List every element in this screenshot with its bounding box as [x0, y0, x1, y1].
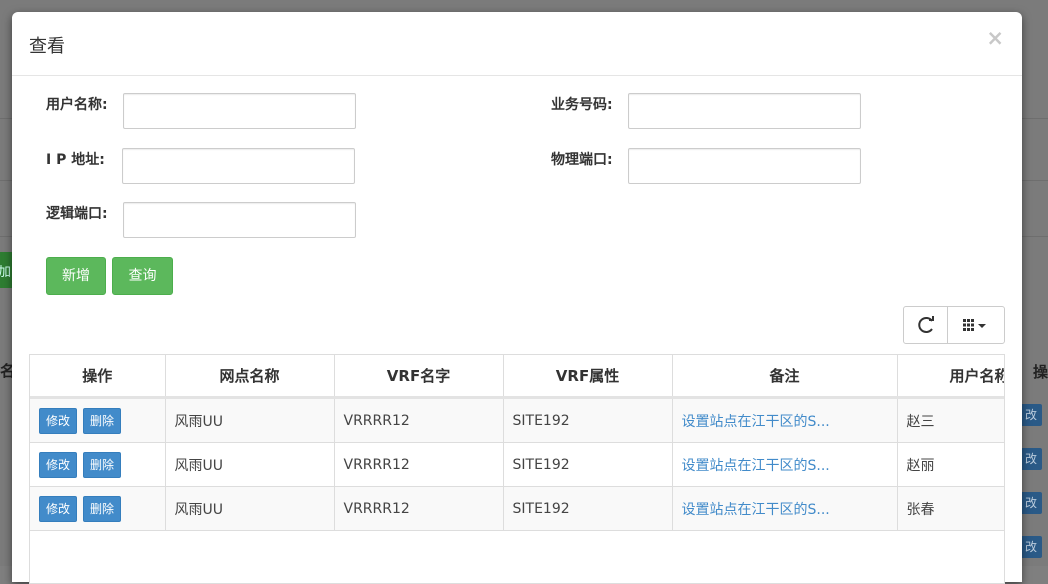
cell-vrf-name: VRRRR12	[334, 397, 504, 443]
bg-edit-button: 改	[1020, 536, 1042, 558]
ip-address-label: I P 地址:	[46, 152, 105, 168]
columns-button[interactable]	[948, 307, 1004, 343]
row-actions: 修改 删除	[30, 397, 166, 443]
view-modal: 查看 × 用户名称: 业务号码: I P 地址: 物理端口: 逻辑端口: 新增 …	[12, 12, 1022, 584]
cell-vrf-name: VRRRR12	[334, 442, 504, 487]
ip-address-input[interactable]	[122, 148, 355, 184]
table-row: 修改 删除 风雨UU VRRRR12 SITE192 设置站点在江干区的S... …	[30, 397, 1004, 443]
grid-icon	[963, 319, 986, 331]
bg-edit-button: 改	[1020, 492, 1042, 514]
business-no-label: 业务号码:	[551, 97, 613, 113]
column-header-vrf-name[interactable]: VRF名字	[334, 355, 504, 399]
cell-vrf-attr: SITE192	[503, 486, 673, 531]
cell-note: 设置站点在江干区的S...	[672, 442, 898, 487]
column-header-actions[interactable]: 操作	[30, 355, 166, 399]
delete-button[interactable]: 删除	[83, 407, 122, 434]
edit-button[interactable]: 修改	[39, 407, 78, 434]
table-toolbar	[903, 306, 1005, 344]
cell-user: 赵三	[897, 397, 1004, 443]
query-button[interactable]: 查询	[112, 257, 173, 295]
column-header-vrf-attr[interactable]: VRF属性	[503, 355, 673, 399]
cell-note: 设置站点在江干区的S...	[672, 486, 898, 531]
logical-port-label: 逻辑端口:	[46, 206, 108, 222]
add-button[interactable]: 新增	[46, 257, 106, 295]
user-name-input[interactable]	[123, 93, 356, 129]
bg-edit-button: 改	[1020, 404, 1042, 426]
edit-button[interactable]: 修改	[39, 451, 78, 478]
cell-vrf-attr: SITE192	[503, 397, 673, 443]
physical-port-label: 物理端口:	[551, 152, 613, 168]
cell-vrf-attr: SITE192	[503, 442, 673, 487]
cell-site: 风雨UU	[165, 397, 335, 443]
bg-edit-button: 改	[1020, 448, 1042, 470]
delete-button[interactable]: 删除	[83, 451, 122, 478]
modal-title: 查看	[29, 36, 65, 57]
table-header-row: 操作 网点名称 VRF名字 VRF属性 备注 用户名称	[30, 355, 1004, 399]
row-actions: 修改 删除	[30, 442, 166, 487]
modal-header: 查看 ×	[12, 12, 1022, 76]
note-link[interactable]: 设置站点在江干区的S...	[682, 502, 830, 518]
data-table: 操作 网点名称 VRF名字 VRF属性 备注 用户名称 修改 删除 风雨UU VR…	[29, 354, 1005, 584]
note-link[interactable]: 设置站点在江干区的S...	[682, 458, 830, 474]
cell-vrf-name: VRRRR12	[334, 486, 504, 531]
cell-site: 风雨UU	[165, 442, 335, 487]
business-no-input[interactable]	[628, 93, 861, 129]
row-actions: 修改 删除	[30, 486, 166, 531]
cell-site: 风雨UU	[165, 486, 335, 531]
edit-button[interactable]: 修改	[39, 495, 78, 522]
physical-port-input[interactable]	[628, 148, 861, 184]
user-name-label: 用户名称:	[46, 97, 108, 113]
cell-user: 张春	[897, 486, 1004, 531]
column-header-user[interactable]: 用户名称	[897, 355, 1004, 399]
logical-port-input[interactable]	[123, 202, 356, 238]
cell-user: 赵丽	[897, 442, 1004, 487]
table-row: 修改 删除 风雨UU VRRRR12 SITE192 设置站点在江干区的S... …	[30, 486, 1004, 531]
cell-note: 设置站点在江干区的S...	[672, 397, 898, 443]
close-icon[interactable]: ×	[986, 26, 1004, 50]
refresh-icon	[918, 316, 934, 333]
delete-button[interactable]: 删除	[83, 495, 122, 522]
column-header-site[interactable]: 网点名称	[165, 355, 335, 399]
refresh-button[interactable]	[904, 307, 947, 343]
note-link[interactable]: 设置站点在江干区的S...	[682, 414, 830, 430]
table-row: 修改 删除 风雨UU VRRRR12 SITE192 设置站点在江干区的S... …	[30, 442, 1004, 487]
column-header-note[interactable]: 备注	[672, 355, 898, 399]
bg-add-button: 加	[0, 252, 12, 288]
